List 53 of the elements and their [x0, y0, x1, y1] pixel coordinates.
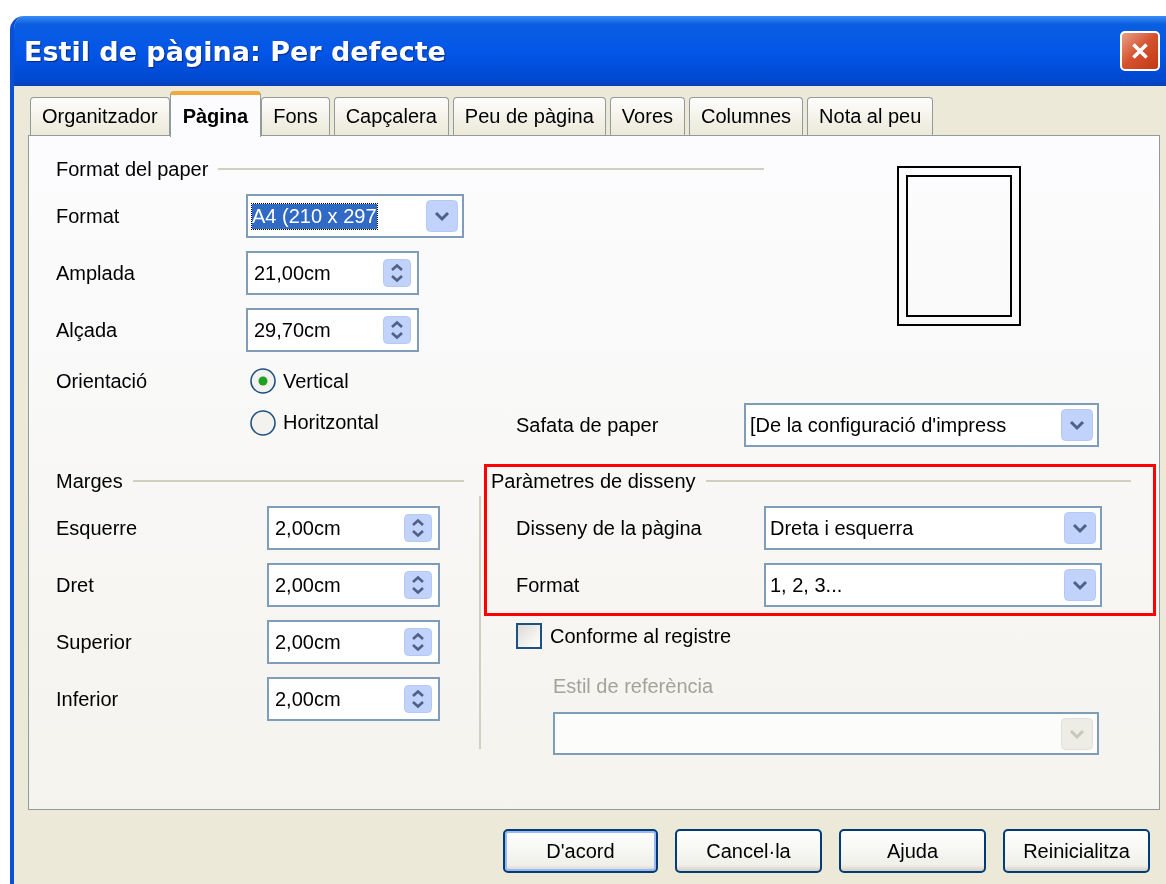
field-label: Safata de paper [516, 413, 660, 437]
dialog-button[interactable]: D'acord [503, 829, 658, 873]
radio-button[interactable] [249, 367, 277, 395]
field-label: Amplada [56, 261, 136, 285]
spin-arrows-icon[interactable] [383, 316, 411, 344]
field-label: Inferior [56, 687, 120, 711]
spin-field[interactable]: 2,00cm [267, 506, 440, 550]
tab[interactable]: Fons [261, 97, 330, 135]
group-label: Marges [56, 469, 123, 493]
spin-arrows-icon[interactable] [404, 628, 432, 656]
radio-label[interactable]: Horitzontal [283, 411, 379, 434]
spin-arrows-icon[interactable] [404, 571, 432, 599]
format-dropdown[interactable]: A4 (210 x 297 [246, 194, 464, 238]
field-label: Format [56, 204, 121, 228]
close-icon [1129, 40, 1151, 62]
spin-field[interactable]: 2,00cm [267, 620, 440, 664]
dropdown[interactable]: Dreta i esquerra [764, 506, 1102, 550]
field-label: Alçada [56, 318, 119, 342]
spin-arrows-icon[interactable] [383, 259, 411, 287]
tab[interactable]: Capçalera [333, 97, 449, 135]
tab[interactable]: Nota al peu [807, 97, 934, 135]
group-label: Paràmetres de disseny [491, 469, 696, 493]
field-label: Dret [56, 573, 95, 597]
paper-tray-dropdown[interactable]: [De la configuració d'impress [744, 403, 1099, 447]
dropdown[interactable]: 1, 2, 3... [764, 563, 1102, 607]
radio-label[interactable]: Vertical [283, 369, 349, 393]
field-label: Superior [56, 630, 133, 654]
field-label: Format [515, 573, 581, 597]
tab[interactable]: Columnes [689, 97, 804, 135]
dialog-button[interactable]: Cancel·la [675, 829, 822, 873]
tab[interactable]: Vores [609, 97, 685, 135]
spin-arrows-icon[interactable] [404, 685, 432, 713]
spin-field[interactable]: 2,00cm [267, 563, 440, 607]
tab[interactable]: Organitzador [30, 97, 170, 135]
close-button[interactable] [1120, 31, 1160, 71]
field-label: Orientació [56, 369, 149, 393]
spin-field[interactable]: 29,70cm [246, 308, 419, 352]
spin-field[interactable]: 2,00cm [267, 677, 440, 721]
field-label: Esquerre [56, 516, 139, 540]
radio-button[interactable] [249, 408, 277, 437]
tab[interactable]: Peu de pàgina [452, 97, 606, 135]
dialog-button[interactable]: Reinicialitza [1003, 829, 1150, 873]
field-label: Disseny de la pàgina [515, 516, 703, 540]
spin-arrows-icon[interactable] [404, 514, 432, 542]
checkbox[interactable] [516, 623, 542, 649]
checkbox-label[interactable]: Conforme al registre [550, 624, 732, 648]
group-label: Format del paper [56, 157, 209, 181]
window-title: Estil de pàgina: Per defecte [24, 35, 446, 67]
tab[interactable]: Pàgina [169, 91, 262, 137]
field-label: Estil de referència [553, 674, 715, 698]
spin-field[interactable]: 21,00cm [246, 251, 419, 295]
reference-style-dropdown[interactable] [553, 712, 1099, 755]
dialog-button[interactable]: Ajuda [839, 829, 986, 873]
